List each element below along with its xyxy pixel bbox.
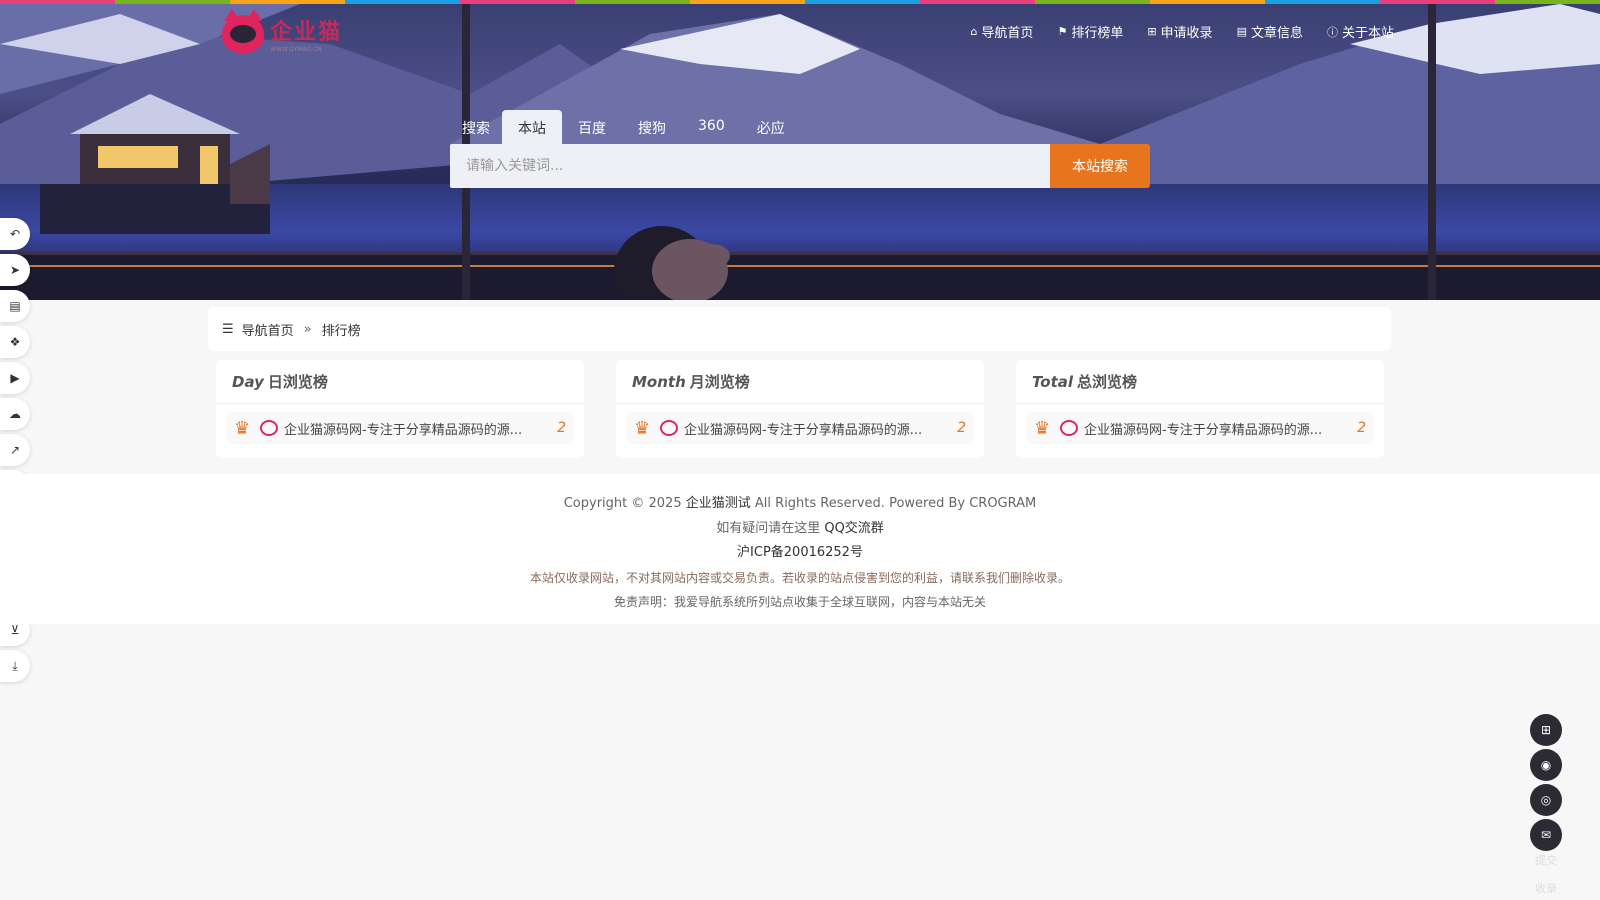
qq-group-link[interactable]: QQ交流群	[824, 521, 883, 536]
tab-sogou[interactable]: 搜狗	[622, 110, 682, 144]
nav-home[interactable]: ⌂ 导航首页	[970, 22, 1033, 41]
plus-square-icon: ⊞	[1147, 25, 1157, 38]
copyright-line: Copyright © 2025 企业猫测试 All Rights Reserv…	[564, 492, 1037, 517]
card-header: Total 总浏览榜	[1016, 360, 1384, 404]
ranking-item-count: 2	[1357, 420, 1366, 436]
card-title-zh: 日浏览榜	[267, 373, 328, 391]
qq-prefix: 如有疑问请在这里	[716, 520, 821, 536]
ranking-item-title: 企业猫源码网-专注于分享精品源码的源...	[284, 422, 523, 438]
nav-rankings[interactable]: ⚑ 排行榜单	[1057, 22, 1123, 41]
card-title-zh: 月浏览榜	[689, 373, 750, 391]
youtube-icon[interactable]: ▶	[0, 362, 30, 394]
icp-number[interactable]: 沪ICP备20016252号	[737, 541, 863, 566]
top-color-bar	[0, 0, 1600, 4]
envelope-icon[interactable]: ✉	[1530, 819, 1562, 851]
top-navigation: ⌂ 导航首页 ⚑ 排行榜单 ⊞ 申请收录 ▤ 文章信息 ⓘ 关于本站	[970, 22, 1394, 41]
footer-site-link[interactable]: 企业猫测试	[686, 496, 751, 511]
crown-icon: ♛	[1034, 417, 1051, 439]
nav-label: 文章信息	[1250, 26, 1303, 41]
tab-baidu[interactable]: 百度	[562, 110, 622, 144]
search-button[interactable]: 本站搜索	[1050, 144, 1150, 188]
nav-submit-site[interactable]: ⊞ 申请收录	[1147, 22, 1212, 41]
logo-name: 企业猫	[270, 20, 343, 45]
paper-plane-icon[interactable]: ➤	[0, 254, 30, 286]
card-day-ranking: Day 日浏览榜 ♛ 企业猫源码网-专注于分享精品源码的源... 2	[216, 360, 584, 458]
plus-square-icon[interactable]: ⊞	[1530, 714, 1562, 746]
search-engine-tabs: 搜索 本站 百度 搜狗 360 必应	[450, 110, 801, 144]
flag-icon: ⚑	[1057, 25, 1068, 38]
house-illustration	[40, 94, 270, 234]
ranking-item-count: 2	[957, 420, 966, 436]
search-label: 搜索	[462, 121, 490, 137]
wechat-icon[interactable]: ◎	[1530, 784, 1562, 816]
nav-label: 申请收录	[1160, 26, 1213, 41]
breadcrumb-current: 排行榜	[321, 323, 361, 339]
download-icon[interactable]: ⤓	[0, 650, 30, 682]
site-favicon-icon	[660, 420, 678, 436]
copyright-suffix: All Rights Reserved. Powered By CROGRAM	[754, 496, 1037, 511]
undo-icon[interactable]: ↶	[0, 218, 30, 250]
nav-about[interactable]: ⓘ 关于本站	[1326, 22, 1394, 42]
copyright-prefix: Copyright © 2025	[563, 496, 682, 511]
ranking-cards: Day 日浏览榜 ♛ 企业猫源码网-专注于分享精品源码的源... 2 Month…	[216, 360, 1384, 458]
card-month-ranking: Month 月浏览榜 ♛ 企业猫源码网-专注于分享精品源码的源... 2	[616, 360, 984, 458]
crown-icon: ♛	[634, 417, 651, 439]
card-header: Day 日浏览榜	[216, 360, 584, 404]
ranking-item[interactable]: ♛ 企业猫源码网-专注于分享精品源码的源... 2	[626, 412, 974, 444]
card-header: Month 月浏览榜	[616, 360, 984, 404]
breadcrumb-home[interactable]: 导航首页	[242, 320, 294, 339]
site-favicon-icon	[260, 420, 278, 436]
card-title-en: Day	[232, 372, 264, 391]
ranking-item[interactable]: ♛ 企业猫源码网-专注于分享精品源码的源... 2	[1026, 412, 1374, 444]
nav-label: 关于本站	[1341, 26, 1394, 41]
ranking-item-title: 企业猫源码网-专注于分享精品源码的源...	[684, 422, 923, 438]
breadcrumb: ☰ 导航首页 » 排行榜	[208, 307, 1391, 351]
file-icon[interactable]: ▤	[0, 290, 30, 322]
inclusion-notice: 本站仅收录网站，不对其网站内容或交易负责。若收录的站点侵害到您的利益，请联系我们…	[529, 570, 1070, 585]
breadcrumb-separator: »	[303, 321, 312, 337]
right-float-bar: ⊞ ◉ ◎ ✉	[1530, 714, 1562, 851]
nav-articles[interactable]: ▤ 文章信息	[1237, 22, 1303, 41]
cloud-icon[interactable]: ☁	[0, 398, 30, 430]
card-total-ranking: Total 总浏览榜 ♛ 企业猫源码网-专注于分享精品源码的源... 2	[1016, 360, 1384, 458]
book-icon: ▤	[1236, 25, 1247, 38]
crown-icon: ♛	[234, 417, 251, 439]
info-icon: ⓘ	[1326, 25, 1338, 39]
cubes-icon[interactable]: ❖	[0, 326, 30, 358]
search-input[interactable]	[450, 144, 1050, 188]
footer: Copyright © 2025 企业猫测试 All Rights Reserv…	[0, 474, 1600, 624]
qq-icon[interactable]: ◉	[1530, 749, 1562, 781]
ranking-item-count: 2	[557, 420, 566, 436]
line-chart-icon[interactable]: ↗	[0, 434, 30, 466]
nav-label: 导航首页	[981, 26, 1034, 41]
tab-bing[interactable]: 必应	[741, 110, 801, 144]
card-title-en: Month	[632, 372, 686, 391]
card-title-en: Total	[1032, 372, 1074, 391]
ghost-collect-label: 收录	[1535, 882, 1557, 895]
ranking-item[interactable]: ♛ 企业猫源码网-专注于分享精品源码的源... 2	[226, 412, 574, 444]
ranking-item-title: 企业猫源码网-专注于分享精品源码的源...	[1084, 422, 1323, 438]
list-icon: ☰	[222, 321, 234, 337]
character-illustration	[614, 226, 730, 300]
tab-360[interactable]: 360	[682, 110, 741, 144]
card-title-zh: 总浏览榜	[1077, 373, 1138, 391]
disclaimer: 免责声明：我爱导航系统所列站点收集于全球互联网，内容与本站无关	[613, 595, 986, 609]
qq-line: 如有疑问请在这里 QQ交流群	[716, 517, 884, 542]
site-logo[interactable]: 企业猫 WWW.QYMAO.CN	[222, 8, 343, 53]
nav-label: 排行榜单	[1071, 26, 1124, 41]
ghost-submit-label: 提交	[1535, 854, 1557, 867]
search-box: 本站搜索	[450, 144, 1150, 188]
logo-url: WWW.QYMAO.CN	[270, 46, 322, 53]
railing-rail	[0, 265, 1600, 267]
home-icon: ⌂	[970, 25, 978, 38]
railing	[0, 252, 1600, 300]
site-favicon-icon	[1060, 420, 1078, 436]
tab-site[interactable]: 本站	[502, 110, 562, 144]
railing-post	[1428, 4, 1436, 300]
cat-logo-icon	[222, 8, 264, 53]
